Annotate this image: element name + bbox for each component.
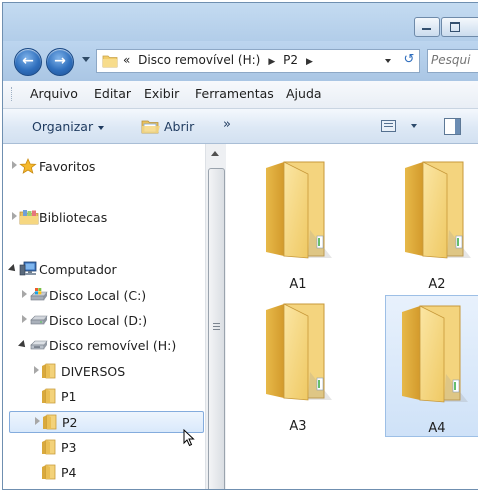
folder-tile-a3[interactable]: A3 [250, 294, 346, 434]
computer-icon [19, 261, 39, 280]
refresh-icon[interactable]: ↺ [401, 52, 417, 68]
tree-item-label: Computador [39, 262, 117, 277]
scroll-grip [213, 323, 220, 324]
chevron-right-icon[interactable]: ▶ [268, 57, 275, 67]
collapse-arrow-icon[interactable] [18, 340, 28, 350]
minimize-button[interactable] [414, 17, 440, 37]
nav-scrollbar[interactable] [205, 144, 226, 489]
tree-item-p2[interactable]: P2 [9, 411, 204, 433]
address-bar[interactable]: « Disco removível (H:) ▶ P2 ▶ ↺ [96, 49, 420, 73]
folder-icon [42, 414, 58, 433]
address-row: ← → « Disco removível (H:) ▶ P2 ▶ ↺ [3, 41, 478, 81]
star-icon [19, 158, 37, 177]
title-bar [3, 3, 478, 41]
preview-pane-icon[interactable] [444, 118, 461, 135]
folder-tile-a2[interactable]: A2 [389, 152, 478, 292]
libraries-icon [19, 209, 39, 228]
tree-item-favoritos[interactable]: Favoritos [3, 156, 203, 178]
menu-ferramentas[interactable]: Ferramentas [195, 86, 274, 101]
tree-item-label: P2 [62, 415, 78, 430]
menu-exibir[interactable]: Exibir [144, 86, 179, 101]
tree-item-label: Disco Local (D:) [49, 313, 148, 328]
folder-name: A1 [289, 277, 307, 292]
menu-arquivo[interactable]: Arquivo [30, 86, 78, 101]
folder-tile-a4[interactable]: A4 [385, 295, 478, 437]
mouse-pointer-icon [183, 429, 195, 447]
view-dropdown-arrow[interactable] [411, 124, 417, 128]
expand-arrow-icon[interactable] [34, 366, 39, 374]
large-folder-icon [405, 161, 471, 259]
large-folder-icon [266, 161, 332, 259]
tree-item-disco-remov-vel-h[interactable]: Disco removível (H:) [3, 335, 203, 357]
command-bar: Organizar Abrir » [3, 109, 478, 144]
tree-item-label: DIVERSOS [61, 364, 126, 379]
tree-item-p4[interactable]: P4 [3, 462, 203, 484]
tree-item-label: P3 [61, 440, 77, 455]
back-button[interactable]: ← [14, 48, 42, 76]
removable-drive-icon [29, 337, 49, 356]
open-folder-icon [141, 120, 160, 134]
search-box[interactable] [427, 49, 478, 73]
tree-item-label: Disco removível (H:) [49, 338, 177, 353]
expand-arrow-icon[interactable] [22, 290, 27, 298]
folder-name: A2 [428, 277, 446, 292]
more-commands-button[interactable]: » [223, 117, 231, 132]
chevron-right-icon[interactable]: ▶ [306, 57, 313, 67]
explorer-window: ← → « Disco removível (H:) ▶ P2 ▶ ↺ Arquiv… [2, 2, 478, 490]
expand-arrow-icon[interactable] [12, 212, 17, 220]
menu-ajuda[interactable]: Ajuda [286, 86, 322, 101]
folder-icon [41, 363, 57, 382]
chevron-down-icon [98, 125, 105, 130]
scroll-up-arrow-icon[interactable] [211, 151, 219, 156]
folder-name: A4 [428, 421, 446, 436]
breadcrumb-p2[interactable]: P2 [283, 53, 298, 67]
navigation-pane: Favoritos Bibliotecas Computador Disco Loca… [3, 144, 205, 489]
address-history-dropdown[interactable] [385, 59, 391, 63]
drive-icon [29, 312, 49, 331]
large-folder-icon [266, 303, 332, 401]
search-input[interactable] [431, 51, 478, 69]
folder-icon [41, 464, 57, 483]
forward-button[interactable]: → [46, 48, 74, 76]
tree-item-p3[interactable]: P3 [3, 437, 203, 459]
tree-item-diversos[interactable]: DIVERSOS [3, 361, 203, 383]
file-list: A1 A2 A3 A4 [226, 144, 478, 489]
expand-arrow-icon[interactable] [35, 417, 40, 425]
tree-item-disco-local-d[interactable]: Disco Local (D:) [3, 310, 203, 332]
organize-button[interactable]: Organizar [32, 119, 105, 134]
menu-grip [11, 87, 15, 101]
folder-icon [41, 439, 57, 458]
maximize-button[interactable] [441, 17, 478, 37]
tree-item-label: Disco Local (C:) [49, 288, 147, 303]
tree-item-label: Favoritos [39, 159, 96, 174]
view-options-icon[interactable] [381, 120, 396, 132]
tree-item-label: P1 [61, 389, 77, 404]
tree-item-label: P4 [61, 465, 77, 480]
open-button[interactable]: Abrir [141, 119, 194, 134]
tree-item-disco-local-c[interactable]: Disco Local (C:) [3, 285, 203, 307]
expand-arrow-icon[interactable] [22, 315, 27, 323]
folder-icon [102, 55, 118, 68]
tree-item-label: Bibliotecas [39, 210, 108, 225]
tree-item-computador[interactable]: Computador [3, 259, 203, 281]
folder-icon [41, 388, 57, 407]
breadcrumb-removable-drive[interactable]: Disco removível (H:) [138, 53, 260, 67]
scroll-thumb[interactable] [208, 168, 225, 489]
expand-arrow-icon[interactable] [12, 161, 17, 169]
arrow-left-icon: ← [22, 53, 34, 69]
menu-bar: Arquivo Editar Exibir Ferramentas Ajuda [3, 81, 478, 109]
large-folder-icon [402, 305, 468, 403]
recent-pages-dropdown[interactable] [82, 57, 90, 62]
arrow-right-icon: → [54, 53, 66, 69]
collapse-arrow-icon[interactable] [8, 264, 18, 274]
address-overflow[interactable]: « [123, 53, 130, 67]
system-drive-icon [29, 287, 49, 306]
folder-name: A3 [289, 419, 307, 434]
folder-tile-a1[interactable]: A1 [250, 152, 346, 292]
menu-editar[interactable]: Editar [94, 86, 131, 101]
tree-item-bibliotecas[interactable]: Bibliotecas [3, 207, 203, 229]
tree-item-p1[interactable]: P1 [3, 386, 203, 408]
